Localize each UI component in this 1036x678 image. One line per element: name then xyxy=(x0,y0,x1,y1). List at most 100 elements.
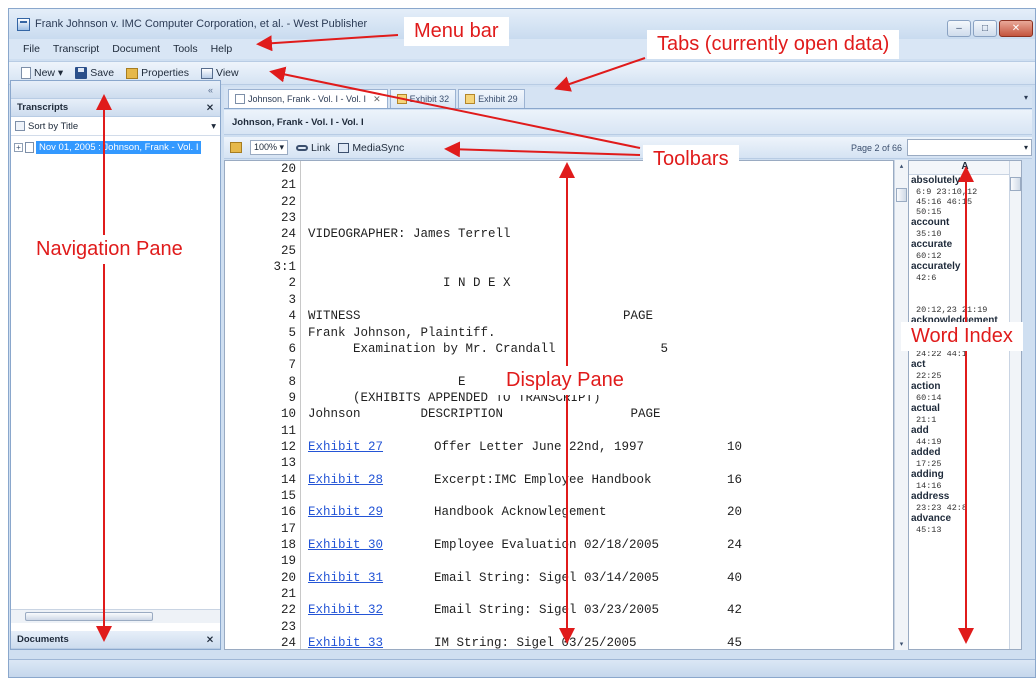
word-index-entry[interactable]: adding 14:16 xyxy=(909,469,1021,491)
index-word[interactable]: accurate xyxy=(911,239,1021,251)
exhibit-link[interactable]: Exhibit 29 xyxy=(308,505,383,519)
exhibit-link[interactable]: Exhibit 32 xyxy=(308,603,383,617)
index-word[interactable]: account xyxy=(911,217,1021,229)
display-vertical-scrollbar[interactable]: ▴ ▾ xyxy=(894,160,908,650)
word-index-entry[interactable]: actual 21:1 xyxy=(909,403,1021,425)
zoom-select[interactable]: 100% ▾ xyxy=(250,140,289,155)
scroll-thumb[interactable] xyxy=(1010,177,1021,191)
index-reference[interactable]: 21:1 xyxy=(911,415,1021,425)
menu-tools[interactable]: Tools xyxy=(173,43,198,55)
index-word[interactable]: add xyxy=(911,425,1021,437)
menu-help[interactable]: Help xyxy=(211,43,233,55)
word-index-entry[interactable]: accurately 42:6 xyxy=(909,261,1021,283)
word-index-entry[interactable]: added 17:25 xyxy=(909,447,1021,469)
tabs-callout: Tabs (currently open data) xyxy=(647,30,900,59)
word-index-entry[interactable]: address 23:23 42:8 xyxy=(909,491,1021,513)
exhibit-row: Exhibit 31 Email String: Sigel 03/14/2005… xyxy=(308,571,742,585)
index-word[interactable]: actual xyxy=(911,403,1021,415)
word-index-entry[interactable]: advance 45:13 xyxy=(909,513,1021,535)
index-reference[interactable]: 45:16 46:15 xyxy=(911,197,1021,207)
index-reference[interactable]: 14:16 xyxy=(911,481,1021,491)
word-index-entry[interactable]: add 44:19 xyxy=(909,425,1021,447)
index-reference[interactable]: 44:19 xyxy=(911,437,1021,447)
index-word[interactable]: act xyxy=(911,359,1021,371)
index-word[interactable]: added xyxy=(911,447,1021,459)
minimize-button[interactable]: – xyxy=(947,20,971,37)
scroll-thumb[interactable] xyxy=(25,612,153,621)
status-bar xyxy=(9,659,1035,677)
save-button[interactable]: Save xyxy=(75,67,114,79)
word-index-entry[interactable]: action 60:14 xyxy=(909,381,1021,403)
view-button[interactable]: View xyxy=(201,67,239,79)
index-word[interactable]: absolutely xyxy=(911,175,1021,187)
exhibit-link[interactable]: Exhibit 33 xyxy=(308,636,383,649)
scroll-up-icon[interactable]: ▴ xyxy=(895,162,908,170)
index-reference[interactable]: 45:13 xyxy=(911,525,1021,535)
close-icon[interactable]: ✕ xyxy=(373,94,381,105)
maximize-button[interactable]: □ xyxy=(973,20,997,37)
word-index-scrollbar[interactable] xyxy=(1009,161,1021,649)
tab-exhibit-29[interactable]: Exhibit 29 xyxy=(458,89,525,108)
index-reference[interactable]: 60:14 xyxy=(911,393,1021,403)
collapse-pane-button[interactable]: « xyxy=(11,81,220,99)
selected-transcript[interactable]: Nov 01, 2005 : Johnson, Frank - Vol. I xyxy=(36,141,201,154)
exhibit-description: Email String: Sigel 03/14/2005 xyxy=(434,570,660,585)
line-number: 12 xyxy=(280,439,296,454)
transcript-tree-item[interactable]: + Nov 01, 2005 : Johnson, Frank - Vol. I xyxy=(11,140,220,155)
index-reference[interactable]: 23:23 42:8 xyxy=(911,503,1021,513)
word-index-list: absolutely 6:9 23:10,12 45:16 46:15 50:15 ac… xyxy=(909,175,1021,535)
mediasync-button[interactable]: MediaSync xyxy=(338,142,404,154)
index-reference[interactable] xyxy=(911,283,1021,294)
index-reference[interactable]: 42:6 xyxy=(911,273,1021,283)
word-index-entry[interactable]: 20:12,23 21:19 xyxy=(909,283,1021,315)
exhibit-description: Excerpt:IMC Employee Handbook xyxy=(434,472,652,487)
properties-button[interactable]: Properties xyxy=(126,67,189,79)
word-index-entry[interactable]: absolutely 6:9 23:10,12 45:16 46:15 50:15 xyxy=(909,175,1021,217)
nav-horizontal-scrollbar[interactable] xyxy=(11,609,220,623)
index-reference[interactable]: 6:9 23:10,12 xyxy=(911,187,1021,197)
line-number: 21 xyxy=(280,587,296,602)
menu-file[interactable]: File xyxy=(23,43,40,55)
tab-exhibit-32[interactable]: Exhibit 32 xyxy=(389,89,457,108)
index-reference[interactable]: 22:25 xyxy=(911,371,1021,381)
index-reference[interactable]: 35:10 xyxy=(911,229,1021,239)
index-reference[interactable] xyxy=(911,294,1021,305)
index-word[interactable]: action xyxy=(911,381,1021,393)
new-button[interactable]: New ▾ xyxy=(21,67,63,79)
pin-icon[interactable]: ⨯ xyxy=(206,634,214,645)
exhibit-link[interactable]: Exhibit 31 xyxy=(308,571,383,585)
exhibit-link[interactable]: Exhibit 30 xyxy=(308,538,383,552)
word-index-entry[interactable]: act 22:25 xyxy=(909,359,1021,381)
scroll-thumb[interactable] xyxy=(896,188,907,202)
word-index-entry[interactable]: accurate 60:12 xyxy=(909,239,1021,261)
transcripts-header[interactable]: Transcripts ⨯ xyxy=(11,99,220,117)
index-word[interactable]: address xyxy=(911,491,1021,503)
menu-document[interactable]: Document xyxy=(112,43,160,55)
scroll-down-icon[interactable]: ▾ xyxy=(895,640,908,648)
pin-icon[interactable]: ⨯ xyxy=(206,102,214,113)
toolbars-callout: Toolbars xyxy=(643,145,739,174)
word-index-search[interactable]: ▾ xyxy=(907,139,1032,156)
line-number: 18 xyxy=(280,538,296,553)
index-reference[interactable]: 20:12,23 21:19 xyxy=(911,305,1021,315)
word-index-entry[interactable]: account 35:10 xyxy=(909,217,1021,239)
index-reference[interactable]: 50:15 xyxy=(911,207,1021,217)
expand-icon[interactable]: + xyxy=(14,143,23,152)
tab-list-icon[interactable]: ▾ xyxy=(1024,93,1028,102)
sort-by-dropdown[interactable]: Sort by Title ▾ xyxy=(11,117,220,136)
menu-transcript[interactable]: Transcript xyxy=(53,43,99,55)
index-word[interactable]: adding xyxy=(911,469,1021,481)
documents-header[interactable]: Documents ⨯ xyxy=(11,631,220,649)
close-button[interactable]: ✕ xyxy=(999,20,1033,37)
exhibit-row: Exhibit 27 Offer Letter June 22nd, 1997 10 xyxy=(308,440,742,454)
link-button[interactable]: Link xyxy=(296,142,330,154)
properties-icon[interactable] xyxy=(230,142,242,153)
exhibit-link[interactable]: Exhibit 27 xyxy=(308,440,383,454)
index-reference[interactable]: 17:25 xyxy=(911,459,1021,469)
save-button-label: Save xyxy=(90,67,115,79)
exhibit-link[interactable]: Exhibit 28 xyxy=(308,473,383,487)
index-word[interactable]: accurately xyxy=(911,261,1021,273)
tab-transcript[interactable]: Johnson, Frank - Vol. I - Vol. I ✕ xyxy=(228,89,388,108)
index-reference[interactable]: 60:12 xyxy=(911,251,1021,261)
index-word[interactable]: advance xyxy=(911,513,1021,525)
